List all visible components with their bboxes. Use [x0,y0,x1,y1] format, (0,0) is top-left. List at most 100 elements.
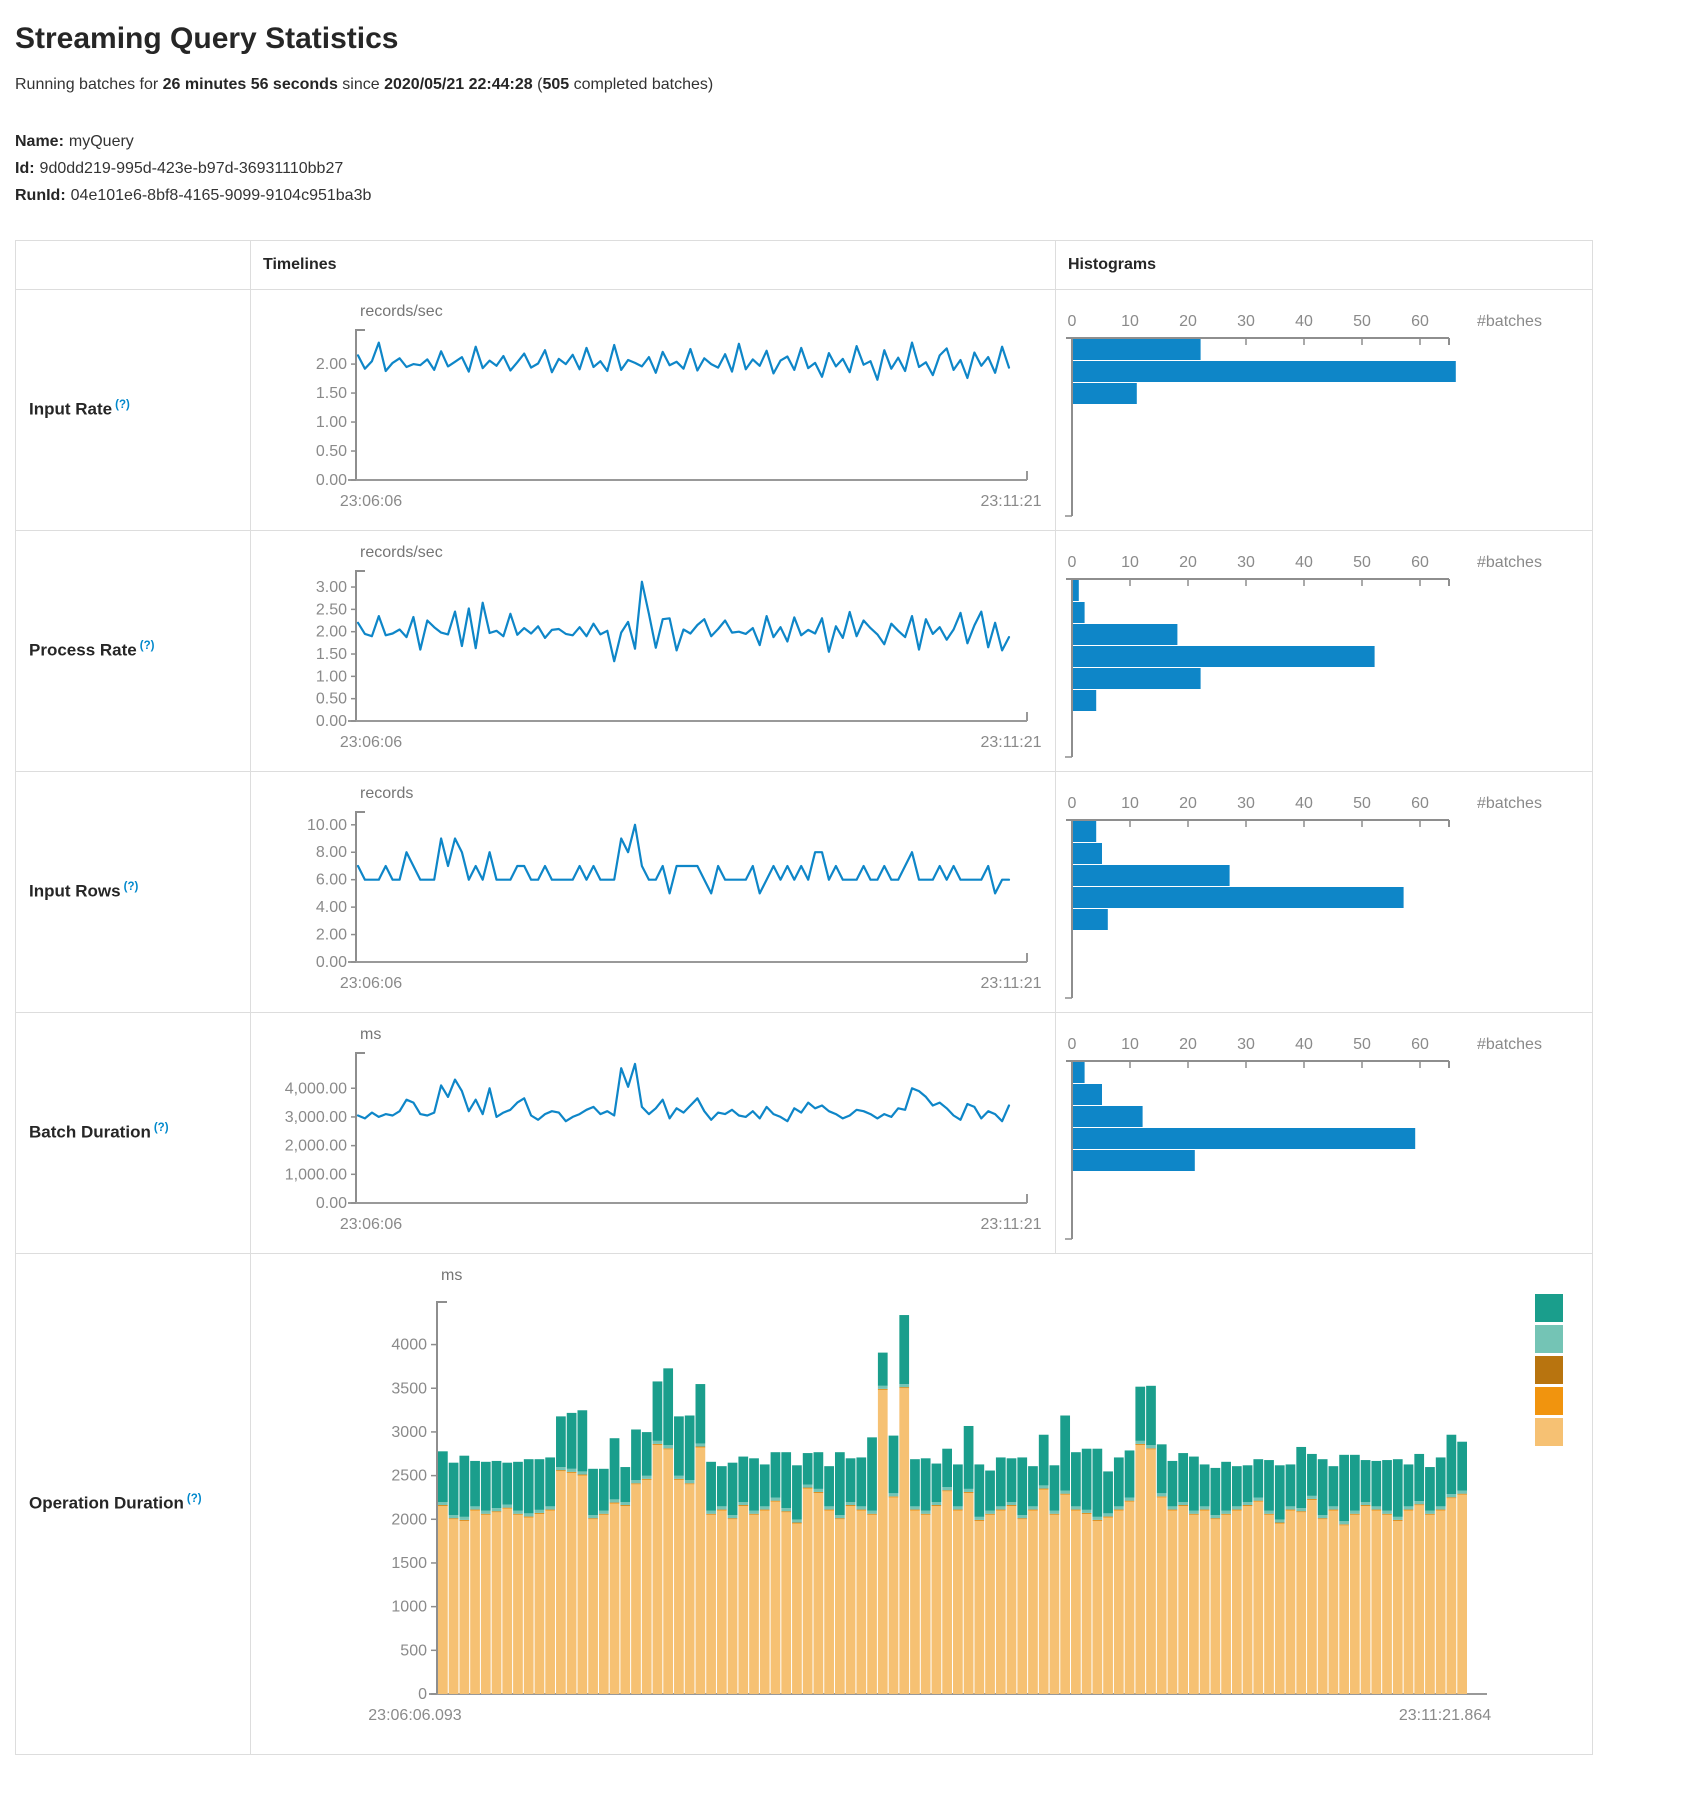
svg-text:0.50: 0.50 [316,443,347,460]
histograms-column-header: Histograms [1056,240,1593,289]
svg-text:records/sec: records/sec [360,303,443,320]
svg-text:0: 0 [1068,795,1077,812]
svg-text:ms: ms [360,1026,381,1043]
batch-duration-help-icon[interactable]: (?) [154,1122,169,1134]
svg-text:2.00: 2.00 [316,623,347,640]
query-name-label: Name: [15,133,64,150]
svg-text:8.00: 8.00 [316,844,347,861]
svg-text:60: 60 [1411,1036,1429,1053]
svg-text:2000: 2000 [391,1511,427,1528]
svg-text:10.00: 10.00 [307,816,347,833]
operation-duration-chart-cell: ms0500100015002000250030003500400023:06:… [251,1253,1593,1754]
svg-text:60: 60 [1411,795,1429,812]
svg-text:50: 50 [1353,313,1371,330]
row-label-text: Process Rate [29,641,137,660]
svg-text:30: 30 [1237,1036,1255,1053]
svg-text:1500: 1500 [391,1555,427,1572]
svg-text:30: 30 [1237,554,1255,571]
svg-text:#batches: #batches [1477,1036,1542,1053]
running-duration: 26 minutes 56 seconds [163,76,338,93]
svg-text:2,000.00: 2,000.00 [285,1137,347,1154]
input-rows-help-icon[interactable]: (?) [124,881,139,893]
svg-text:3.00: 3.00 [316,579,347,596]
svg-text:0.00: 0.00 [316,954,347,971]
svg-text:0.00: 0.00 [316,1195,347,1212]
svg-text:0.00: 0.00 [316,472,347,489]
query-name-row: Name: myQuery [15,128,1693,155]
query-id-label: Id: [15,160,35,177]
query-runid-label: RunId: [15,187,66,204]
summary-text: since [338,76,384,93]
summary-text: Running batches for [15,76,163,93]
svg-text:3500: 3500 [391,1380,427,1397]
input-rate-timeline-chart: records/sec2.001.501.000.500.0023:06:062… [251,290,1055,530]
svg-text:40: 40 [1295,1036,1313,1053]
svg-text:6.00: 6.00 [316,871,347,888]
svg-text:20: 20 [1179,554,1197,571]
svg-text:3000: 3000 [391,1423,427,1440]
svg-text:0: 0 [418,1686,427,1703]
process-rate-timeline-cell: records/sec3.002.502.001.501.000.500.002… [251,530,1056,771]
svg-text:4.00: 4.00 [316,899,347,916]
process-rate-help-icon[interactable]: (?) [140,640,155,652]
query-name-value: myQuery [69,133,134,150]
svg-text:ms: ms [441,1267,462,1284]
input-rows-timeline-chart: records10.008.006.004.002.000.0023:06:06… [251,772,1055,1012]
svg-text:2.50: 2.50 [316,601,347,618]
input-rate-histogram-chart: 0102030405060#batches [1056,290,1592,530]
input-rows-timeline-cell: records10.008.006.004.002.000.0023:06:06… [251,771,1056,1012]
timelines-column-header: Timelines [251,240,1056,289]
operation-duration-help-icon[interactable]: (?) [187,1493,202,1505]
svg-text:#batches: #batches [1477,554,1542,571]
operation-duration-label: Operation Duration(?) [16,1253,251,1754]
batch-duration-row: Batch Duration(?) ms4,000.003,000.002,00… [16,1012,1593,1253]
svg-text:1.50: 1.50 [316,385,347,402]
input-rate-help-icon[interactable]: (?) [115,399,130,411]
process-rate-row: Process Rate(?) records/sec3.002.502.001… [16,530,1593,771]
svg-text:20: 20 [1179,313,1197,330]
svg-text:23:06:06.093: 23:06:06.093 [368,1707,462,1724]
operation-duration-stacked-chart: ms0500100015002000250030003500400023:06:… [251,1254,1592,1754]
svg-text:50: 50 [1353,1036,1371,1053]
svg-text:23:11:21: 23:11:21 [980,975,1041,992]
input-rows-histogram-chart: 0102030405060#batches [1056,772,1592,1012]
query-id-row: Id:9d0dd219-995d-423e-b97d-36931110bb27 [15,155,1693,182]
svg-text:2.00: 2.00 [316,356,347,373]
svg-text:60: 60 [1411,554,1429,571]
svg-text:23:06:06: 23:06:06 [340,1216,402,1233]
svg-text:#batches: #batches [1477,795,1542,812]
svg-text:1000: 1000 [391,1598,427,1615]
input-rows-row: Input Rows(?) records10.008.006.004.002.… [16,771,1593,1012]
svg-text:500: 500 [400,1642,427,1659]
svg-text:40: 40 [1295,795,1313,812]
row-label-text: Batch Duration [29,1123,151,1142]
row-label-text: Input Rows [29,882,121,901]
svg-text:23:11:21: 23:11:21 [980,734,1041,751]
input-rate-timeline-cell: records/sec2.001.501.000.500.0023:06:062… [251,289,1056,530]
svg-text:50: 50 [1353,554,1371,571]
row-label-text: Input Rate [29,400,112,419]
input-rate-row: Input Rate(?) records/sec 2.00 1.50 1.00 0.5… [16,289,1593,530]
process-rate-label: Process Rate(?) [16,530,251,771]
svg-text:4000: 4000 [391,1336,427,1353]
input-rate-histogram-cell: 0102030405060#batches [1056,289,1593,530]
svg-text:23:11:21: 23:11:21 [980,1216,1041,1233]
svg-text:20: 20 [1179,1036,1197,1053]
svg-text:10: 10 [1121,313,1139,330]
running-batches-summary: Running batches for 26 minutes 56 second… [15,76,1693,94]
svg-text:0.00: 0.00 [316,713,347,730]
svg-text:10: 10 [1121,1036,1139,1053]
query-info: Name: myQuery Id:9d0dd219-995d-423e-b97d-… [15,128,1693,210]
svg-text:0: 0 [1068,313,1077,330]
batch-duration-label: Batch Duration(?) [16,1012,251,1253]
svg-text:3,000.00: 3,000.00 [285,1109,347,1126]
svg-text:23:11:21: 23:11:21 [980,493,1041,510]
summary-text: completed batches) [569,76,713,93]
svg-text:23:06:06: 23:06:06 [340,975,402,992]
svg-text:40: 40 [1295,313,1313,330]
streaming-query-statistics-page: Streaming Query Statistics Running batch… [0,0,1693,1775]
svg-text:1,000.00: 1,000.00 [285,1166,347,1183]
svg-text:1.50: 1.50 [316,646,347,663]
svg-text:1.00: 1.00 [316,414,347,431]
svg-text:30: 30 [1237,313,1255,330]
